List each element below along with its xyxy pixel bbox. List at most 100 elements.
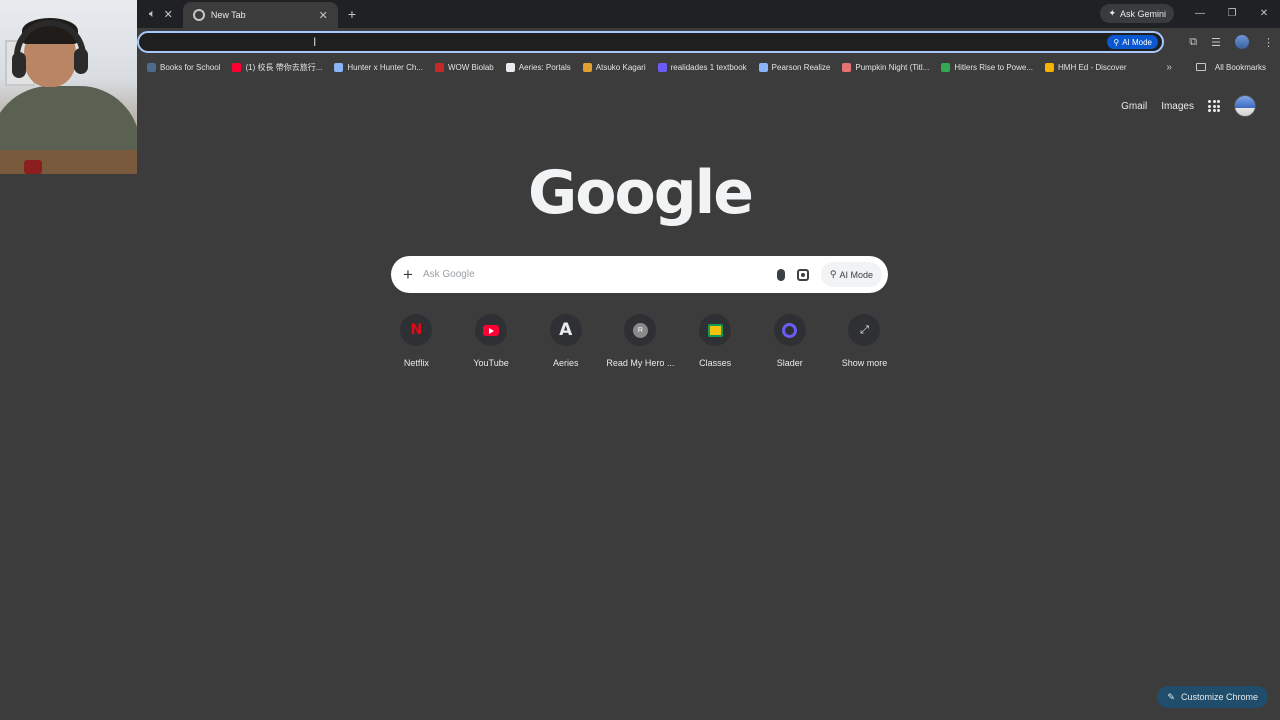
shortcut-label: Read My Hero ... <box>606 358 675 368</box>
shortcut-aeries[interactable]: A Aeries <box>528 314 603 368</box>
bookmark-label: Atsuko Kagari <box>595 62 646 72</box>
shortcut-youtube[interactable]: YouTube <box>454 314 529 368</box>
all-bookmarks-button[interactable]: All Bookmarks <box>1190 63 1272 72</box>
muted-tab[interactable]: 🔈︎ ✕ <box>137 0 183 28</box>
bookmarks-right: » All Bookmarks <box>1166 56 1272 78</box>
shortcut-label: Classes <box>699 358 732 368</box>
shortcut-circle <box>773 314 806 346</box>
desk <box>0 150 137 174</box>
bookmark-item[interactable]: Pumpkin Night (Titl... <box>836 62 935 72</box>
shortcuts: N Netflix YouTube A Aeries R Read My Her… <box>379 314 902 368</box>
youtube-icon <box>483 324 500 336</box>
bookmark-favicon-icon <box>334 62 344 72</box>
apps-grid-icon[interactable] <box>1208 100 1220 112</box>
omnibox-ai-mode-button[interactable]: ⚲ AI Mode <box>1107 35 1158 49</box>
chrome-icon <box>192 9 205 21</box>
bookmark-favicon-icon <box>842 62 852 72</box>
new-tab-button[interactable]: + <box>348 6 356 22</box>
extensions-icon[interactable]: ⧉ <box>1189 36 1197 49</box>
shortcut-read-my-hero[interactable]: R Read My Hero ... <box>603 314 678 368</box>
bookmarks-bar: Books for School (1) 校長 帶你去旅行... Hunter x … <box>137 56 1280 78</box>
address-bar[interactable]: I ⚲ AI Mode <box>137 31 1164 53</box>
bookmark-favicon-icon <box>505 62 515 72</box>
menu-icon[interactable]: ⋮ <box>1263 36 1274 49</box>
search-box[interactable]: + Ask Google ⚲ AI Mode <box>391 256 888 293</box>
bookmark-favicon-icon <box>434 62 444 72</box>
bookmark-item[interactable]: HMH Ed - Discover <box>1039 62 1132 72</box>
bookmark-item[interactable]: Aeries: Portals <box>500 62 577 72</box>
profile-icon[interactable] <box>1235 35 1249 49</box>
google-logo: Google <box>528 158 754 228</box>
shortcut-circle <box>475 314 508 346</box>
r-letter-icon: R <box>632 322 648 338</box>
images-link[interactable]: Images <box>1161 101 1194 112</box>
shortcut-label: Aeries <box>552 358 579 368</box>
close-window-icon[interactable]: ✕ <box>1248 0 1280 28</box>
ai-search-icon: ⚲ <box>1113 37 1120 47</box>
shortcut-label: Slader <box>776 358 803 368</box>
shortcut-slader[interactable]: Slader <box>752 314 827 368</box>
search-placeholder[interactable]: Ask Google <box>423 269 475 280</box>
folder-icon <box>1195 63 1206 71</box>
header-links: Gmail Images <box>1121 95 1256 117</box>
bookmark-favicon-icon <box>758 62 768 72</box>
search-actions: ⚲ AI Mode <box>776 256 882 293</box>
webcam-overlay <box>0 0 137 174</box>
pencil-icon: ✎ <box>1167 691 1175 702</box>
headset-cup-left <box>12 52 26 78</box>
bookmark-label: WOW Biolab <box>447 62 494 72</box>
bookmark-item[interactable]: (1) 校長 帶你去旅行... <box>226 62 328 73</box>
expand-icon: ⤢ <box>860 323 869 336</box>
shortcut-circle: A <box>549 314 582 346</box>
tab-new-tab[interactable]: New Tab ✕ <box>182 2 338 28</box>
shortcut-label: Show more <box>841 358 888 368</box>
bookmark-item[interactable]: WOW Biolab <box>429 62 500 72</box>
bookmark-label: HMH Ed - Discover <box>1058 62 1127 72</box>
netflix-icon: N <box>410 322 423 338</box>
bookmark-item[interactable]: Books for School <box>141 62 226 72</box>
shortcut-label: Netflix <box>403 358 429 368</box>
bookmark-item[interactable]: realidades 1 textbook <box>652 62 753 72</box>
bookmark-label: (1) 校長 帶你去旅行... <box>245 62 323 72</box>
shortcut-classes[interactable]: Classes <box>678 314 753 368</box>
ask-gemini-button[interactable]: ✦ Ask Gemini <box>1100 4 1174 23</box>
gemini-sparkle-icon: ✦ <box>1108 8 1116 18</box>
toolbar: I ⚲ AI Mode ⧉ ☰ ⋮ <box>137 28 1280 56</box>
reading-list-icon[interactable]: ☰ <box>1211 36 1221 49</box>
shortcut-label: YouTube <box>473 358 509 368</box>
speaker-icon[interactable]: 🔈︎ <box>149 8 156 21</box>
headset-cup-right <box>74 48 88 74</box>
window-controls: — ❐ ✕ <box>1184 0 1280 28</box>
bookmark-label: realidades 1 textbook <box>670 62 747 72</box>
bookmark-item[interactable]: Hunter x Hunter Ch... <box>328 62 429 72</box>
shortcut-circle <box>699 314 732 346</box>
bookmark-label: Pumpkin Night (Titl... <box>855 62 930 72</box>
shortcut-netflix[interactable]: N Netflix <box>379 314 454 368</box>
close-tab-icon[interactable]: ✕ <box>319 9 328 22</box>
microphone-icon[interactable] <box>776 268 785 281</box>
text-cursor-icon: I <box>313 35 317 49</box>
bookmark-label: Hitlers Rise to Powe... <box>954 62 1034 72</box>
bookmark-item[interactable]: Hitlers Rise to Powe... <box>935 62 1039 72</box>
search-ai-mode-button[interactable]: ⚲ AI Mode <box>820 262 882 287</box>
more-bookmarks-icon[interactable]: » <box>1166 62 1172 73</box>
bookmark-item[interactable]: Atsuko Kagari <box>577 62 652 72</box>
restore-icon[interactable]: ❐ <box>1216 0 1248 28</box>
customize-chrome-button[interactable]: ✎ Customize Chrome <box>1157 686 1268 708</box>
browser-window: 🔈︎ ✕ New Tab ✕ + ✦ Ask Gemini — ❐ ✕ I ⚲ … <box>0 0 1280 720</box>
tab-title: New Tab <box>210 10 246 20</box>
add-icon[interactable]: + <box>403 265 413 285</box>
bookmark-item[interactable]: Pearson Realize <box>753 62 837 72</box>
minimize-icon[interactable]: — <box>1184 0 1216 28</box>
account-avatar[interactable] <box>1234 95 1256 117</box>
lens-icon[interactable] <box>796 268 809 281</box>
shortcut-circle: R <box>624 314 657 346</box>
close-icon[interactable]: ✕ <box>164 8 173 21</box>
gmail-link[interactable]: Gmail <box>1121 101 1147 112</box>
slader-icon <box>782 322 798 338</box>
bookmark-label: Hunter x Hunter Ch... <box>347 62 423 72</box>
shortcut-show-more[interactable]: ⤢ Show more <box>827 314 902 368</box>
classroom-icon <box>707 323 723 337</box>
desk-object <box>24 160 42 174</box>
bookmark-label: Pearson Realize <box>771 62 831 72</box>
